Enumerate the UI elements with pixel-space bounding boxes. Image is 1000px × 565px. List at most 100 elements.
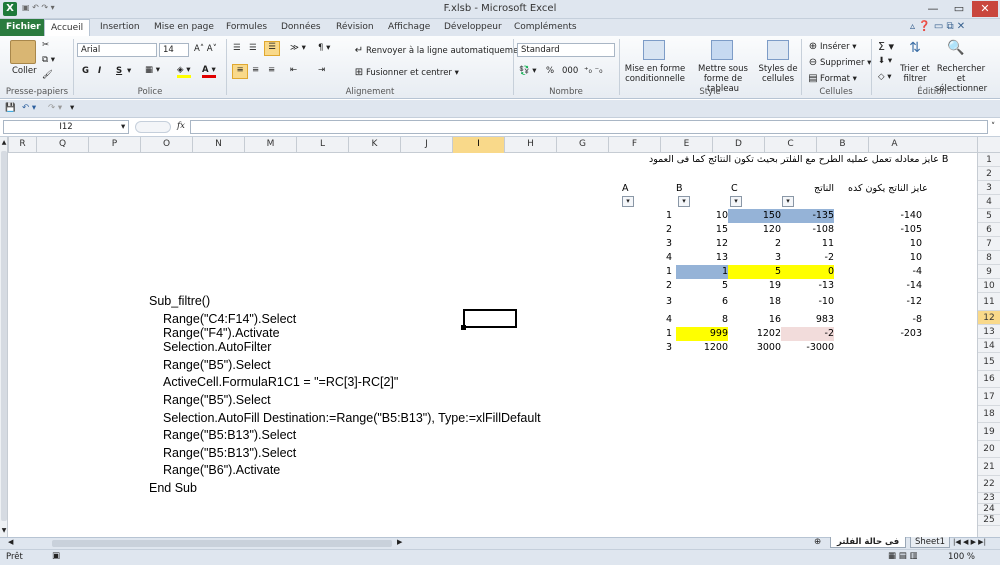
cell-c[interactable]: 11: [781, 237, 834, 251]
row-header-4[interactable]: 4: [978, 195, 1000, 209]
cell-b[interactable]: [868, 341, 922, 355]
row-header-18[interactable]: 18: [978, 406, 1000, 423]
tab-revision[interactable]: Révision: [330, 19, 380, 36]
column-header-r[interactable]: R: [8, 137, 36, 153]
align-middle-icon[interactable]: ☰: [249, 43, 257, 53]
cell-d[interactable]: 3000: [728, 341, 781, 355]
row-header-20[interactable]: 20: [978, 441, 1000, 458]
expand-formula-icon[interactable]: ˅: [991, 122, 995, 132]
code-line[interactable]: Selection.AutoFill Destination:=Range("B…: [163, 411, 541, 425]
cell-styles-icon[interactable]: [767, 40, 789, 60]
tab-insertion[interactable]: Insertion: [94, 19, 146, 36]
delete-button[interactable]: ⊖ Supprimer ▾: [806, 56, 872, 70]
column-header-i[interactable]: I: [452, 137, 504, 153]
column-header-e[interactable]: E: [660, 137, 712, 153]
sort-filter-icon[interactable]: ⇅: [905, 40, 925, 60]
tab-affichage[interactable]: Affichage: [382, 19, 436, 36]
format-painter-icon[interactable]: 🖌: [42, 70, 53, 80]
cell-e[interactable]: 6: [676, 295, 728, 309]
cut-icon[interactable]: ✂: [42, 40, 49, 50]
active-cell-selection[interactable]: [463, 309, 517, 328]
cell-d[interactable]: 150: [728, 209, 781, 223]
cell-f[interactable]: 3: [648, 295, 672, 309]
customize-qat-icon[interactable]: ▾: [70, 103, 74, 113]
header-c-cell[interactable]: C: [731, 182, 738, 196]
number-format-select[interactable]: Standard: [517, 43, 615, 57]
code-line[interactable]: Range("C4:F14").Select: [163, 312, 296, 326]
row-header-13[interactable]: 13: [978, 325, 1000, 339]
format-table-icon[interactable]: [711, 40, 733, 60]
sort-filter-button[interactable]: Trier et filtrer: [898, 64, 932, 84]
cell-b[interactable]: -8: [868, 313, 922, 327]
column-header-b[interactable]: B: [816, 137, 868, 153]
cell-e[interactable]: 12: [676, 237, 728, 251]
wrap-text-button[interactable]: ↵ Renvoyer à la ligne automatiquement: [352, 44, 527, 58]
cell-b[interactable]: -14: [868, 279, 922, 293]
column-header-h[interactable]: H: [504, 137, 556, 153]
column-header-q[interactable]: Q: [36, 137, 88, 153]
copy-icon[interactable]: ⧉ ▾: [42, 55, 55, 65]
sheet-nav-icons[interactable]: |◀ ◀ ▶ ▶|: [953, 538, 986, 546]
underline-dropdown-icon[interactable]: ▾: [127, 66, 131, 76]
increase-indent-icon[interactable]: ⇥: [318, 65, 325, 75]
orientation-icon[interactable]: ≫ ▾: [290, 43, 306, 53]
tab-mise-en-page[interactable]: Mise en page: [148, 19, 220, 36]
cell-f[interactable]: 3: [648, 237, 672, 251]
code-line[interactable]: Range("B5:B13").Select: [163, 428, 296, 442]
column-header-k[interactable]: K: [348, 137, 400, 153]
redo-icon[interactable]: ↷ ▾: [48, 103, 62, 113]
find-select-icon[interactable]: 🔍: [945, 40, 967, 60]
formula-input[interactable]: [190, 120, 988, 134]
cell-d[interactable]: 1202: [728, 327, 781, 341]
column-header-f[interactable]: F: [608, 137, 660, 153]
insert-button[interactable]: ⊕ Insérer ▾: [806, 40, 857, 54]
row-header-21[interactable]: 21: [978, 458, 1000, 476]
cell-c[interactable]: -13: [781, 279, 834, 293]
autosum-icon[interactable]: Σ ▾: [878, 40, 894, 53]
scroll-down-icon[interactable]: ▼: [0, 527, 8, 534]
new-sheet-icon[interactable]: ⊕: [814, 537, 821, 547]
paste-button[interactable]: Coller: [12, 66, 37, 76]
hscroll-right-icon[interactable]: ▶: [397, 538, 402, 546]
row-header-11[interactable]: 11: [978, 293, 1000, 311]
column-header-j[interactable]: J: [400, 137, 452, 153]
cell-c[interactable]: -3000: [781, 341, 834, 355]
tab-developpeur[interactable]: Développeur: [438, 19, 508, 36]
tab-formules[interactable]: Formules: [220, 19, 273, 36]
decimal-icons[interactable]: ⁺₀ ⁻₀: [584, 66, 603, 76]
row-header-2[interactable]: 2: [978, 167, 1000, 181]
row-header-5[interactable]: 5: [978, 209, 1000, 223]
minimize-button[interactable]: —: [920, 1, 946, 17]
cell-e[interactable]: 5: [676, 279, 728, 293]
bold-button[interactable]: G: [82, 66, 89, 76]
font-color-icon[interactable]: A ▾: [202, 65, 216, 78]
row-header-12[interactable]: 12: [978, 311, 1000, 325]
cell-e[interactable]: 15: [676, 223, 728, 237]
scroll-thumb[interactable]: [1, 151, 7, 521]
underline-button[interactable]: S: [116, 66, 122, 76]
borders-icon[interactable]: ▦ ▾: [145, 65, 160, 75]
header-result-cell[interactable]: الناتج: [814, 182, 834, 196]
row-header-24[interactable]: 24: [978, 504, 1000, 515]
italic-button[interactable]: I: [98, 66, 101, 76]
format-button[interactable]: ▤ Format ▾: [806, 72, 857, 86]
accounting-icon[interactable]: 💱 ▾: [519, 66, 537, 76]
row-header-14[interactable]: 14: [978, 339, 1000, 353]
cell-d[interactable]: 18: [728, 295, 781, 309]
text-direction-icon[interactable]: ¶ ▾: [318, 43, 330, 53]
cell-c[interactable]: 983: [781, 313, 834, 327]
code-line[interactable]: Sub_filtre(): [149, 294, 210, 308]
row-header-10[interactable]: 10: [978, 279, 1000, 293]
filter-dropdown-icon[interactable]: ▾: [622, 196, 634, 207]
tab-complements[interactable]: Compléments: [508, 19, 583, 36]
row-header-8[interactable]: 8: [978, 251, 1000, 265]
cell-b[interactable]: -140: [868, 209, 922, 223]
cell-e[interactable]: 999: [676, 327, 728, 341]
name-box[interactable]: I12: [3, 120, 129, 134]
cell-e[interactable]: 13: [676, 251, 728, 265]
column-header-g[interactable]: G: [556, 137, 608, 153]
vertical-scrollbar[interactable]: ▲ ▼: [0, 137, 8, 537]
row-header-1[interactable]: 1: [978, 153, 1000, 167]
tab-accueil[interactable]: Accueil: [44, 19, 91, 36]
zoom-level[interactable]: 100 %: [948, 552, 975, 562]
